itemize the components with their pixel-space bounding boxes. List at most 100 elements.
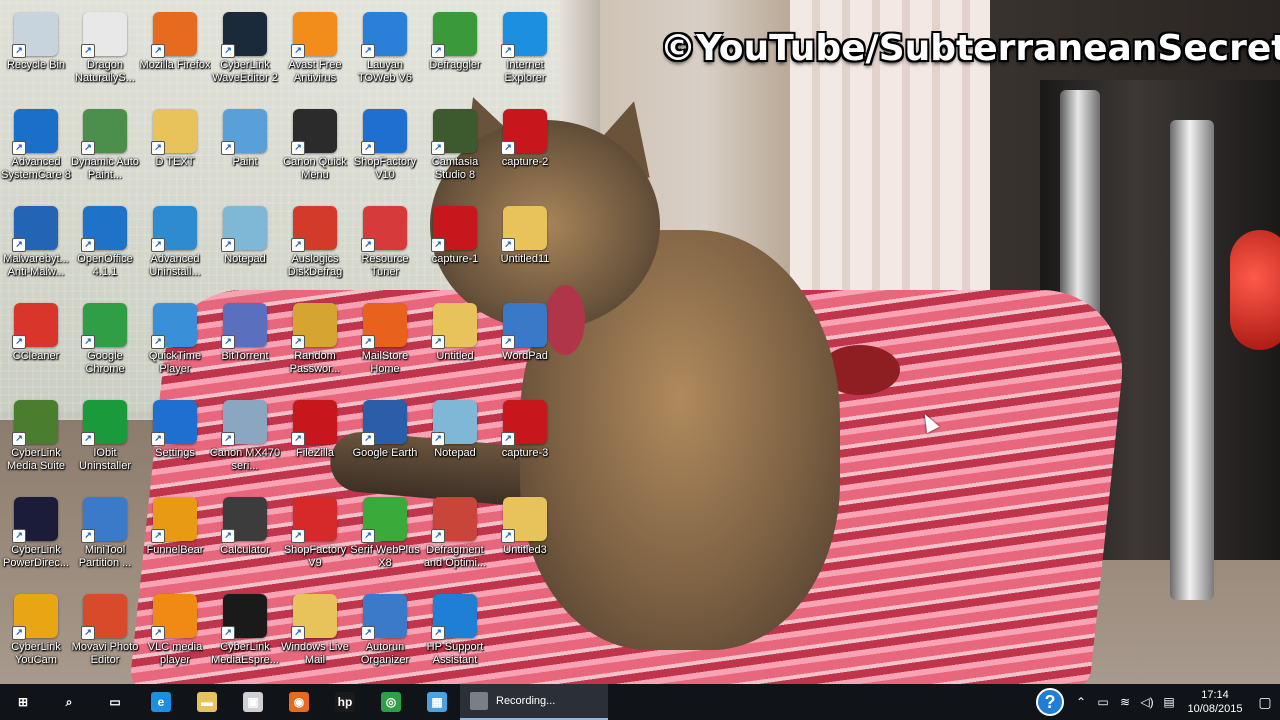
shortcut-arrow-icon: ↗ [361, 335, 375, 349]
desktop-icon-label: Settings [155, 447, 195, 459]
desktop-icon[interactable]: ↗ Serif WebPlus X8 [349, 493, 421, 585]
desktop-icon[interactable]: ↗ Dragon NaturallyS... [69, 8, 141, 100]
desktop-icon[interactable]: ↗ Canon Quick Menu [279, 105, 351, 197]
webplus-icon: ↗ [361, 497, 407, 543]
taskbar-recording-window[interactable]: Recording... [460, 684, 608, 720]
desktop-icon[interactable]: ↗ D TEXT [139, 105, 211, 197]
desktop-icon[interactable]: ↗ Untitled11 [489, 202, 561, 294]
keyboard-icon[interactable]: ▤ [1158, 684, 1180, 720]
desktop-icon[interactable]: ↗ MailStore Home [349, 299, 421, 391]
desktop-icon[interactable]: ↗ VLC media player [139, 590, 211, 682]
video-file-icon: ↗ [501, 109, 547, 155]
shortcut-arrow-icon: ↗ [501, 238, 515, 252]
app-button[interactable]: ▦ [414, 684, 460, 720]
task-view-button[interactable]: ▭ [92, 684, 138, 720]
desktop-icon[interactable]: ↗ ShopFactory V9 [279, 493, 351, 585]
desktop-icon[interactable]: ↗ capture-2 [489, 105, 561, 197]
video-file-icon: ↗ [501, 400, 547, 446]
desktop-icon[interactable]: ↗ Untitled3 [489, 493, 561, 585]
desktop-icon[interactable]: ↗ MiniTool Partition ... [69, 493, 141, 585]
desktop-icon[interactable]: ↗ Canon MX470 seri... [209, 396, 281, 488]
mediaespresso-icon: ↗ [221, 594, 267, 640]
file-explorer-button[interactable]: ▬ [184, 684, 230, 720]
desktop-icon[interactable]: ↗ Notepad [419, 396, 491, 488]
desktop-icon[interactable]: ↗ Autorun Organizer [349, 590, 421, 682]
wifi-icon[interactable]: ≋ [1114, 684, 1136, 720]
desktop-icon[interactable]: ↗ capture-1 [419, 202, 491, 294]
edge-button[interactable]: e [138, 684, 184, 720]
desktop-icon[interactable]: ↗ Google Earth [349, 396, 421, 488]
task-view-icon: ▭ [105, 692, 125, 712]
desktop-icon[interactable]: ↗ Internet Explorer [489, 8, 561, 100]
desktop-icon[interactable]: ↗ Mozilla Firefox [139, 8, 211, 100]
chrome-button[interactable]: ◎ [368, 684, 414, 720]
desktop-icon[interactable]: ↗ HP Support Assistant [419, 590, 491, 682]
openoffice-icon: ↗ [81, 206, 127, 252]
desktop-icon[interactable]: ↗ Untitled [419, 299, 491, 391]
desktop-icon-label: Avast Free Antivirus [288, 59, 342, 84]
desktop-icon[interactable]: ↗ CyberLink PowerDirec... [0, 493, 72, 585]
desktop-icon[interactable]: ↗ Windows Live Mail [279, 590, 351, 682]
desktop-icon[interactable]: ↗ Defraggler [419, 8, 491, 100]
desktop-icon[interactable]: ↗ OpenOffice 4.1.1 [69, 202, 141, 294]
desktop-icon[interactable]: ↗ Auslogics DiskDefrag [279, 202, 351, 294]
desktop-icon[interactable]: ↗ IObit Uninstaller [69, 396, 141, 488]
desktop-icon[interactable]: ↗ Defragment and Optimi... [419, 493, 491, 585]
start-button[interactable]: ⊞ [0, 684, 46, 720]
clock[interactable]: 17:14 10/08/2015 [1180, 688, 1250, 716]
defragment-icon: ↗ [431, 497, 477, 543]
systemcare-icon: ↗ [12, 109, 58, 155]
desktop-icon[interactable]: ↗ FileZilla [279, 396, 351, 488]
hp-button[interactable]: hp [322, 684, 368, 720]
desktop-icon[interactable]: ↗ CyberLink WaveEditor 2 [209, 8, 281, 100]
shortcut-arrow-icon: ↗ [81, 238, 95, 252]
notification-icon[interactable]: ▢ [1250, 684, 1280, 720]
desktop-icon[interactable]: ↗ Advanced SystemCare 8 [0, 105, 72, 197]
wallpaper-chrome-pole [1170, 120, 1214, 600]
desktop-icon[interactable]: ↗ CCleaner [0, 299, 72, 391]
desktop-icon[interactable]: ↗ Advanced Uninstall... [139, 202, 211, 294]
chevron-up-icon[interactable]: ⌃ [1070, 684, 1092, 720]
search-button[interactable]: ⌕ [46, 684, 92, 720]
desktop-icon-label: CyberLink PowerDirec... [2, 544, 70, 569]
shortcut-arrow-icon: ↗ [291, 335, 305, 349]
desktop-icon[interactable]: ↗ BitTorrent [209, 299, 281, 391]
desktop-icon[interactable]: ↗ CyberLink MediaEspre... [209, 590, 281, 682]
shortcut-arrow-icon: ↗ [221, 141, 235, 155]
desktop-icon-label: Mozilla Firefox [139, 59, 211, 71]
desktop-icon[interactable]: ↗ Lauyan TOWeb V6 [349, 8, 421, 100]
desktop-icon[interactable]: ↗ WordPad [489, 299, 561, 391]
desktop-icon[interactable]: ↗ Dynamic Auto Paint... [69, 105, 141, 197]
battery-icon[interactable]: ▭ [1092, 684, 1114, 720]
desktop-icon[interactable]: ↗ Recycle Bin [0, 8, 72, 100]
desktop-icon[interactable]: ↗ QuickTime Player [139, 299, 211, 391]
desktop-icon[interactable]: ↗ Movavi Photo Editor [69, 590, 141, 682]
desktop-icon[interactable]: ↗ Calculator [209, 493, 281, 585]
speaker-icon[interactable]: ◁) [1136, 684, 1158, 720]
youcam-icon: ↗ [12, 594, 58, 640]
desktop-icon[interactable]: ↗ Resource Tuner [349, 202, 421, 294]
desktop-icon[interactable]: ↗ Avast Free Antivirus [279, 8, 351, 100]
desktop-icon[interactable]: ↗ CyberLink YouCam [0, 590, 72, 682]
shortcut-arrow-icon: ↗ [151, 44, 165, 58]
desktop-icon[interactable]: ↗ Notepad [209, 202, 281, 294]
desktop-icon-label: VLC media player [147, 641, 203, 666]
shortcut-arrow-icon: ↗ [221, 238, 235, 252]
desktop-icon[interactable]: ↗ Paint [209, 105, 281, 197]
desktop-icon[interactable]: ↗ Malwarebyt... Anti-Malw... [0, 202, 72, 294]
desktop-icon[interactable]: ↗ capture-3 [489, 396, 561, 488]
desktop-icon[interactable]: ↗ Google Chrome [69, 299, 141, 391]
desktop-icon[interactable]: ↗ FunnelBear [139, 493, 211, 585]
shortcut-arrow-icon: ↗ [151, 432, 165, 446]
desktop-icon[interactable]: ↗ Random Passwor... [279, 299, 351, 391]
desktop-icon-label: Untitled11 [500, 253, 550, 265]
firefox-button[interactable]: ◉ [276, 684, 322, 720]
desktop-icon[interactable]: ↗ Settings [139, 396, 211, 488]
desktop-icon[interactable]: ↗ ShopFactory V10 [349, 105, 421, 197]
help-icon[interactable]: ? [1036, 688, 1064, 716]
window-icon: ▦ [427, 692, 447, 712]
desktop-icon[interactable]: ↗ Camtasia Studio 8 [419, 105, 491, 197]
store-button[interactable]: ▣ [230, 684, 276, 720]
desktop-icon[interactable]: ↗ CyberLink Media Suite [0, 396, 72, 488]
recycle-bin-icon: ↗ [12, 12, 58, 58]
